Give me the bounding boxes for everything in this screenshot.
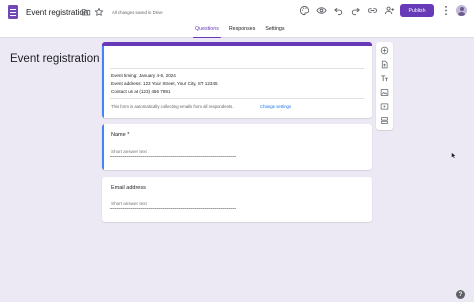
question-card[interactable]	[102, 124, 372, 170]
short-answer-line	[110, 208, 236, 209]
focus-indicator	[102, 46, 104, 118]
star-icon[interactable]	[94, 7, 104, 17]
save-status: All changes saved in Drive	[112, 10, 163, 15]
question-card[interactable]	[102, 177, 372, 222]
tab-bar: Questions Responses Settings	[190, 26, 290, 38]
form-description-line[interactable]: Event address: 123 Your Street, Your Cit…	[111, 81, 218, 86]
form-description-line[interactable]: Event timing: January 4-6, 2024	[111, 73, 176, 78]
description-underline	[110, 98, 364, 99]
tab-responses[interactable]: Responses	[224, 26, 261, 38]
focus-indicator	[102, 124, 104, 170]
add-image-icon[interactable]	[380, 88, 389, 97]
customize-theme-icon[interactable]	[299, 5, 310, 16]
question-title[interactable]: Email address	[111, 185, 146, 191]
document-title[interactable]: Event registration	[26, 8, 88, 17]
question-title[interactable]: Name *	[111, 132, 129, 138]
add-video-icon[interactable]	[380, 102, 389, 111]
change-settings-link[interactable]: Change settings	[260, 104, 291, 109]
preview-icon[interactable]	[316, 5, 327, 16]
undo-icon[interactable]	[333, 5, 344, 16]
google-forms-logo-icon[interactable]	[8, 5, 18, 19]
app-header: Event registration All changes saved in …	[0, 0, 474, 38]
form-description-line[interactable]: Contact us at (123) 456 7891	[111, 89, 171, 94]
publish-button[interactable]: Publish	[400, 4, 434, 17]
mouse-cursor-icon	[451, 152, 456, 159]
short-answer-placeholder: Short answer text	[111, 201, 147, 206]
email-collection-notice: This form is automatically collecting em…	[111, 104, 234, 109]
add-question-icon[interactable]	[380, 46, 389, 55]
theme-accent-bar	[102, 42, 372, 46]
move-to-folder-icon[interactable]	[81, 7, 91, 17]
import-questions-icon[interactable]	[380, 60, 389, 69]
tab-questions[interactable]: Questions	[190, 26, 224, 38]
title-underline	[110, 68, 364, 69]
add-section-icon[interactable]	[380, 116, 389, 125]
account-avatar[interactable]	[456, 5, 467, 16]
redo-icon[interactable]	[350, 5, 361, 16]
add-title-icon[interactable]	[380, 74, 389, 83]
more-options-icon[interactable]	[443, 5, 449, 16]
tab-settings[interactable]: Settings	[260, 26, 289, 38]
form-title[interactable]: Event registration	[10, 53, 100, 65]
short-answer-placeholder: Short answer text	[111, 149, 147, 154]
help-icon[interactable]: ?	[456, 290, 465, 299]
add-collaborators-icon[interactable]	[384, 5, 395, 16]
question-toolbar	[376, 42, 393, 130]
copy-link-icon[interactable]	[367, 5, 378, 16]
short-answer-line	[110, 156, 236, 157]
